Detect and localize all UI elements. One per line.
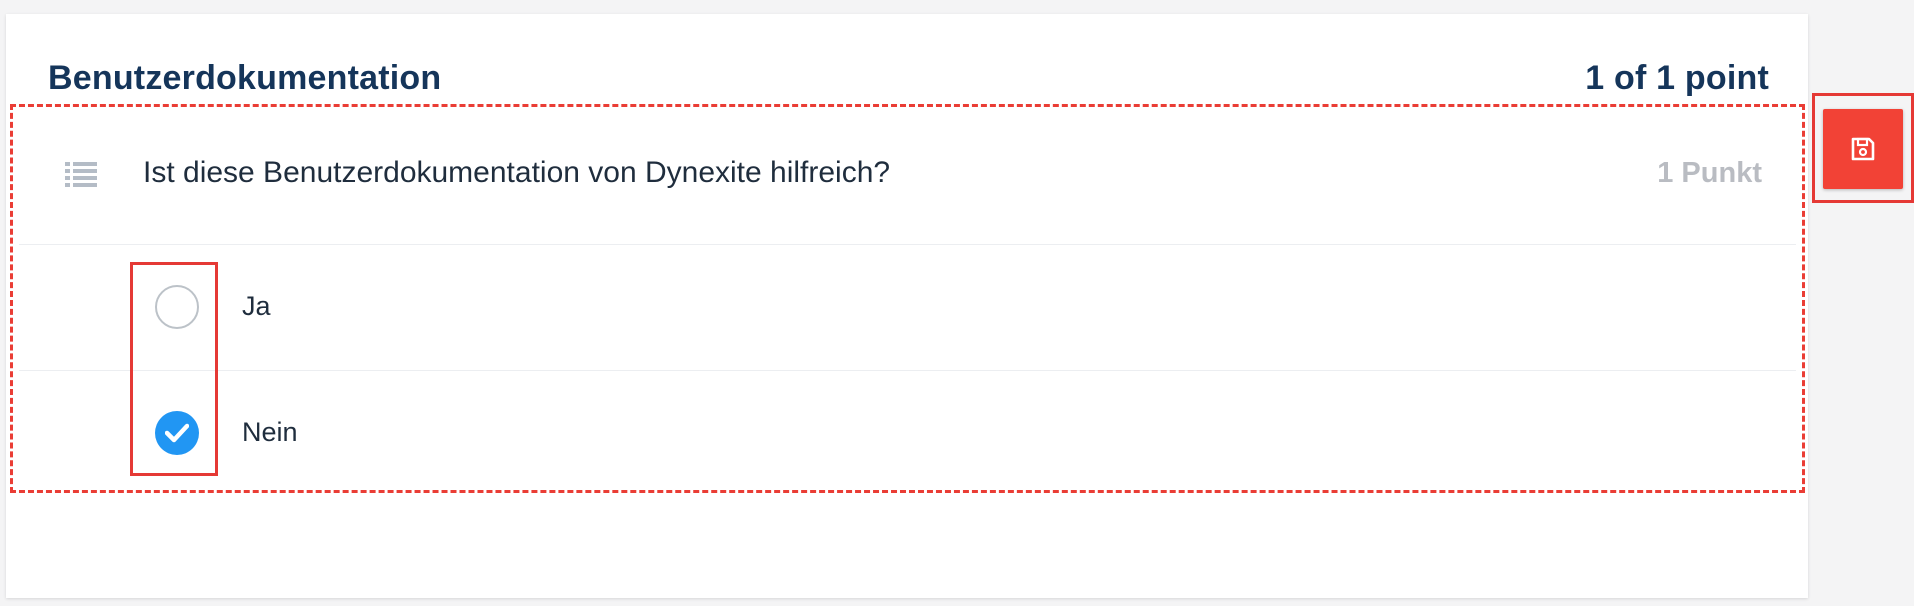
card-title: Benutzerdokumentation [48,58,442,97]
question-points: 1 Punkt [1657,157,1762,189]
option-label-ja[interactable]: Ja [242,291,271,322]
card-score: 1 of 1 point [1585,58,1769,97]
question-row: Ist diese Benutzerdokumentation von Dyne… [19,107,1796,245]
option-row-ja[interactable]: Ja [19,245,1796,371]
floppy-disk-icon [1851,137,1875,161]
card-header: Benutzerdokumentation 1 of 1 point [48,54,1769,102]
save-button[interactable] [1823,109,1903,189]
question-card: Benutzerdokumentation 1 of 1 point Ist d… [6,14,1808,598]
question-box: Ist diese Benutzerdokumentation von Dyne… [10,104,1805,493]
list-icon [65,162,97,188]
option-row-nein[interactable]: Nein [19,371,1796,496]
question-text: Ist diese Benutzerdokumentation von Dyne… [143,156,891,189]
radio-highlight-box [130,262,218,476]
option-label-nein[interactable]: Nein [242,417,298,448]
